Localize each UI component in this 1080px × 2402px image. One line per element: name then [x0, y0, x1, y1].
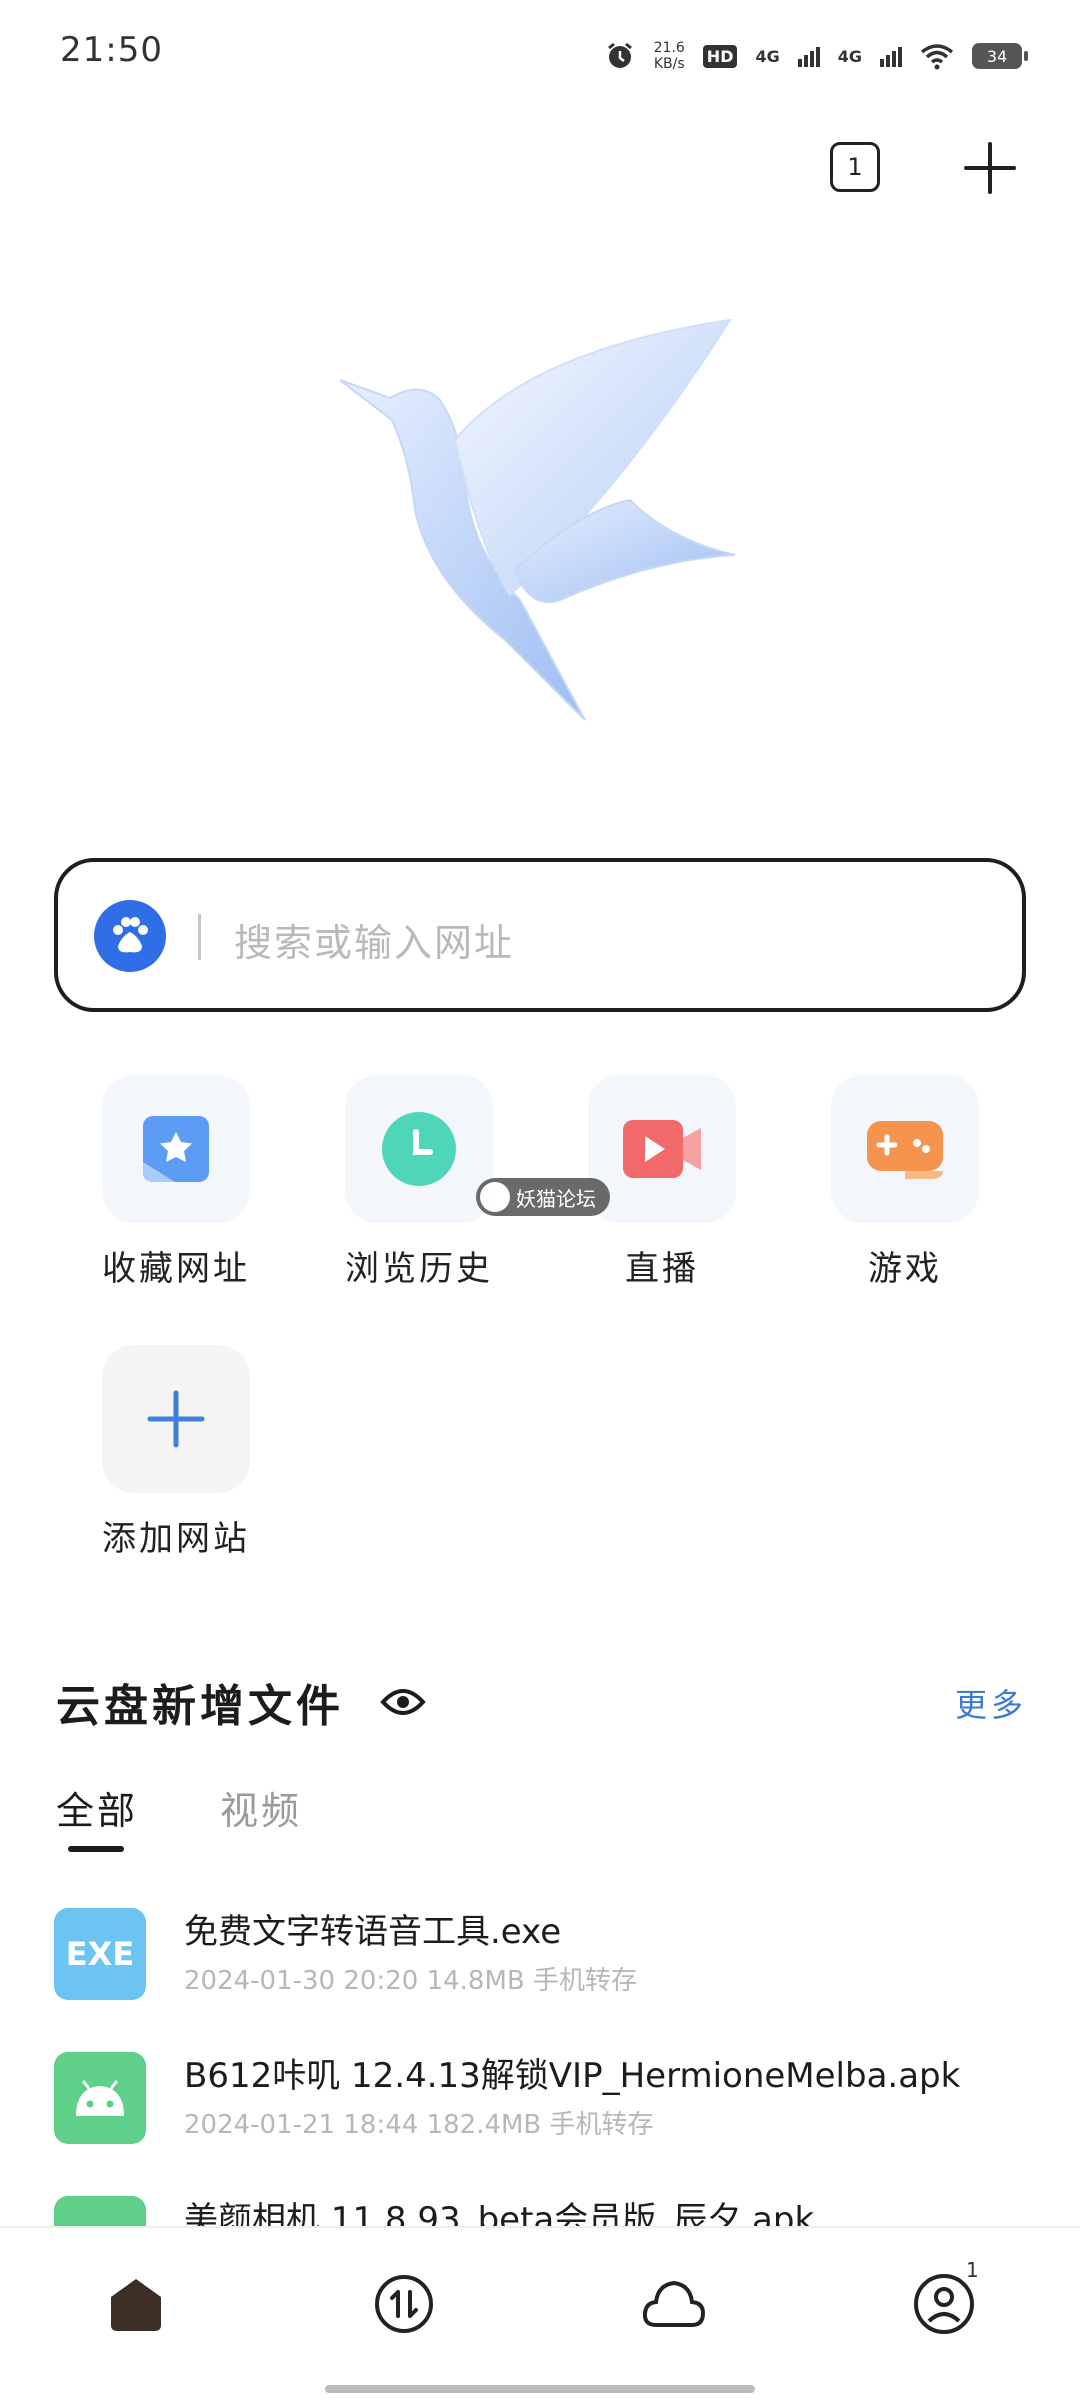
battery-icon: 34	[972, 43, 1028, 69]
status-icons: 21.6 KB/s HD 4G 4G 34	[604, 36, 1028, 76]
file-name: B612咔叽 12.4.13解锁VIP_HermioneMelba.apk	[184, 2056, 961, 2096]
file-source: 手机转存	[549, 2110, 654, 2140]
live-video-icon	[623, 1120, 701, 1178]
tab-all[interactable]: 全部	[56, 1780, 138, 1835]
file-list-item[interactable]: EXE 免费文字转语音工具.exe 2024-01-30 20:20 14.8M…	[54, 1908, 1024, 2018]
signal-icon	[797, 47, 820, 67]
bookmark-tile[interactable]	[102, 1075, 250, 1223]
shortcut-add-site[interactable]: 添加网站	[96, 1345, 256, 1560]
file-list-item[interactable]: B612咔叽 12.4.13解锁VIP_HermioneMelba.apk 20…	[54, 2052, 1024, 2162]
search-divider	[198, 914, 201, 960]
search-bar[interactable]: 搜索或输入网址	[54, 858, 1026, 1012]
file-date: 2024-01-30 20:20	[184, 1966, 419, 1996]
hd-icon: HD	[702, 44, 738, 68]
status-time: 21:50	[60, 30, 163, 70]
file-size: 14.8MB	[426, 1966, 525, 1996]
history-tile[interactable]	[345, 1075, 493, 1223]
net-speed-value: 21.6	[653, 40, 685, 56]
search-input[interactable]: 搜索或输入网址	[234, 912, 514, 967]
nav-transfer[interactable]	[372, 2272, 436, 2336]
nav-home[interactable]	[104, 2272, 168, 2336]
file-source: 手机转存	[533, 1966, 638, 1996]
add-site-tile[interactable]	[102, 1345, 250, 1493]
bookmark-star-icon	[143, 1116, 209, 1182]
shortcut-games[interactable]: 游戏	[825, 1075, 985, 1290]
forum-watermark: 妖猫论坛	[476, 1178, 610, 1216]
home-icon	[111, 2279, 161, 2331]
shortcut-bookmarks[interactable]: 收藏网址	[96, 1075, 256, 1290]
file-meta: 2024-01-30 20:20 14.8MB 手机转存	[184, 1960, 637, 1997]
eye-icon[interactable]	[380, 1686, 426, 1718]
shortcut-label: 直播	[625, 1249, 699, 1289]
shortcut-history[interactable]: 浏览历史	[339, 1075, 499, 1290]
exe-file-icon: EXE	[54, 1908, 146, 2000]
android-glyph-icon	[76, 2080, 124, 2116]
shortcut-label: 浏览历史	[345, 1249, 493, 1289]
bird-logo	[339, 318, 736, 721]
shortcut-label: 收藏网址	[102, 1249, 250, 1289]
games-tile[interactable]	[831, 1075, 979, 1223]
baidu-paw-glyph-icon	[113, 917, 148, 953]
net-speed-unit: KB/s	[653, 56, 685, 72]
shortcut-label: 添加网站	[102, 1519, 250, 1559]
profile-badge: 1	[966, 2258, 979, 2282]
tab-video[interactable]: 视频	[220, 1780, 302, 1835]
shortcut-live[interactable]: 直播	[582, 1075, 742, 1290]
history-clock-icon	[382, 1112, 456, 1186]
file-meta: 2024-01-21 18:44 182.4MB 手机转存	[184, 2104, 654, 2141]
bottom-nav: 1	[0, 2226, 1080, 2402]
file-type-label: EXE	[65, 1935, 135, 1973]
signal-2-label: 4G	[837, 46, 862, 66]
signal-1-label: 4G	[755, 46, 780, 66]
home-indicator[interactable]	[325, 2385, 755, 2393]
alarm-icon	[607, 42, 632, 68]
cloud-icon	[642, 2280, 706, 2327]
file-name: 免费文字转语音工具.exe	[184, 1912, 562, 1952]
android-apk-icon	[54, 2052, 146, 2144]
watermark-logo-icon	[480, 1182, 510, 1212]
signal-icon	[880, 47, 902, 67]
watermark-text: 妖猫论坛	[516, 1186, 596, 1211]
transfer-icon	[375, 2275, 433, 2333]
plus-icon[interactable]	[962, 140, 1018, 196]
add-icon	[147, 1390, 205, 1448]
profile-icon	[914, 2274, 974, 2334]
wifi-icon	[920, 44, 954, 70]
live-tile[interactable]	[588, 1075, 736, 1223]
cloud-section-title: 云盘新增文件	[56, 1681, 344, 1732]
file-size: 182.4MB	[426, 2110, 542, 2140]
shortcut-label: 游戏	[868, 1249, 942, 1289]
tab-switcher-button[interactable]: 1	[830, 142, 880, 192]
baidu-paw-icon[interactable]	[94, 900, 166, 972]
more-link[interactable]: 更多	[955, 1680, 1027, 1726]
file-date: 2024-01-21 18:44	[184, 2110, 419, 2140]
active-tab-indicator	[68, 1846, 124, 1852]
gamepad-icon	[867, 1121, 943, 1179]
net-speed: 21.6 KB/s	[654, 40, 685, 72]
nav-cloud[interactable]	[642, 2272, 706, 2336]
